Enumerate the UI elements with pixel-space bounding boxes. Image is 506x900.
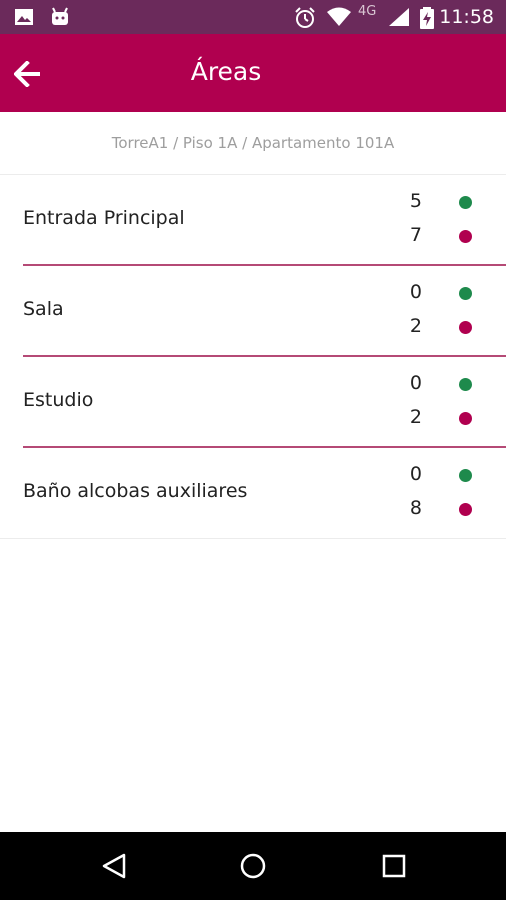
- magenta-count: 2: [409, 315, 422, 337]
- list-end-divider: [0, 538, 506, 539]
- breadcrumb: TorreA1 / Piso 1A / Apartamento 101A: [0, 112, 506, 175]
- recents-square-icon[interactable]: [381, 852, 407, 880]
- green-status-dot: [459, 287, 472, 300]
- area-name: Baño alcobas auxiliares: [23, 480, 248, 502]
- battery-charging-icon: [420, 7, 434, 29]
- green-count: 0: [409, 281, 422, 303]
- area-row-entrada-principal[interactable]: Entrada Principal 5 7: [0, 174, 506, 265]
- back-triangle-icon[interactable]: [101, 852, 127, 880]
- image-icon: [15, 9, 33, 25]
- app-bar: Áreas: [0, 34, 506, 112]
- green-status-dot: [459, 378, 472, 391]
- green-count: 0: [409, 372, 422, 394]
- area-list: Entrada Principal 5 7 Sala 0 2 Estudio 0…: [0, 174, 506, 538]
- green-count: 5: [409, 190, 422, 212]
- alarm-icon: [295, 7, 315, 28]
- row-divider: [23, 355, 506, 357]
- area-row-sala[interactable]: Sala 0 2: [0, 264, 506, 356]
- green-count: 0: [409, 463, 422, 485]
- signal-icon: [389, 8, 409, 26]
- magenta-status-dot: [459, 321, 472, 334]
- magenta-count: 8: [409, 497, 422, 519]
- status-time: 11:58: [439, 6, 494, 28]
- system-nav-bar: [0, 832, 506, 900]
- network-type-label: 4G: [358, 4, 377, 19]
- magenta-count: 7: [409, 224, 422, 246]
- android-icon: [52, 7, 68, 25]
- row-divider: [23, 446, 506, 448]
- magenta-status-dot: [459, 503, 472, 516]
- home-circle-icon[interactable]: [239, 852, 267, 880]
- magenta-status-dot: [459, 230, 472, 243]
- magenta-status-dot: [459, 412, 472, 425]
- status-bar: 4G 11:58: [0, 0, 506, 34]
- page-title: Áreas: [190, 57, 262, 86]
- wifi-icon: [327, 7, 351, 26]
- green-status-dot: [459, 469, 472, 482]
- green-status-dot: [459, 196, 472, 209]
- area-row-bano-alcobas-auxiliares[interactable]: Baño alcobas auxiliares 0 8: [0, 446, 506, 538]
- area-name: Entrada Principal: [23, 207, 185, 229]
- magenta-count: 2: [409, 406, 422, 428]
- row-divider: [23, 264, 506, 266]
- area-name: Sala: [23, 298, 64, 320]
- area-row-estudio[interactable]: Estudio 0 2: [0, 355, 506, 447]
- area-name: Estudio: [23, 389, 94, 411]
